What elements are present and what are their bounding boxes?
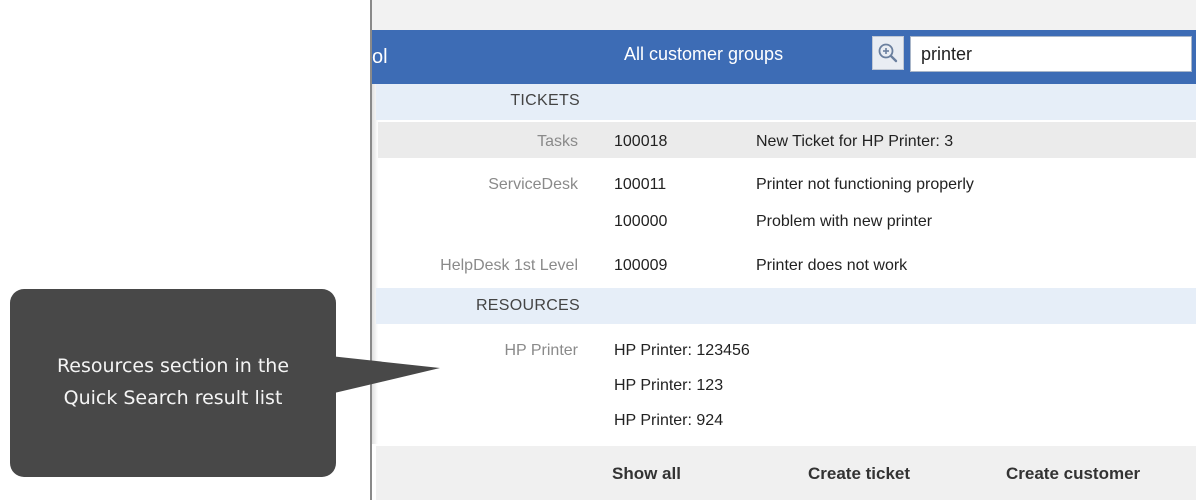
ticket-title[interactable]: Printer does not work [756, 257, 907, 275]
create-customer-button[interactable]: Create customer [1006, 464, 1140, 484]
resource-item[interactable]: HP Printer: 123456 [614, 342, 750, 360]
ticket-title[interactable]: New Ticket for HP Printer: 3 [756, 133, 953, 151]
tickets-section-label: TICKETS [510, 92, 580, 109]
header-truncated-label: ol [372, 46, 388, 68]
ticket-title[interactable]: Printer not functioning properly [756, 176, 974, 194]
ticket-number[interactable]: 100018 [614, 133, 667, 151]
callout-line-1: Resources section in the [56, 355, 290, 377]
callout-text: Resources section in the Quick Search re… [10, 350, 336, 414]
resources-section-label: RESOURCES [475, 297, 580, 314]
show-all-button[interactable]: Show all [612, 464, 681, 484]
ticket-number[interactable]: 100011 [614, 176, 666, 194]
ticket-number[interactable]: 100009 [614, 257, 667, 275]
customer-groups-selector[interactable]: All customer groups [624, 44, 783, 65]
create-ticket-button[interactable]: Create ticket [808, 464, 910, 484]
resource-category: HP Printer [504, 342, 578, 359]
ticket-category: HelpDesk 1st Level [440, 257, 578, 274]
callout-pointer [330, 356, 440, 394]
ticket-number[interactable]: 100000 [614, 213, 667, 231]
resource-item[interactable]: HP Printer: 924 [614, 412, 723, 430]
ticket-category: Tasks [537, 133, 578, 150]
ticket-title[interactable]: Problem with new printer [756, 213, 932, 231]
callout-line-2: Quick Search result list [63, 387, 283, 409]
resources-section-header: RESOURCES [376, 288, 1196, 324]
resource-item[interactable]: HP Printer: 123 [614, 377, 723, 395]
ticket-category: ServiceDesk [488, 176, 578, 193]
quick-search-input[interactable] [910, 36, 1192, 72]
zoom-in-icon[interactable] [872, 36, 904, 70]
window-top-area [372, 0, 1196, 30]
tickets-section-header: TICKETS [376, 84, 1196, 120]
